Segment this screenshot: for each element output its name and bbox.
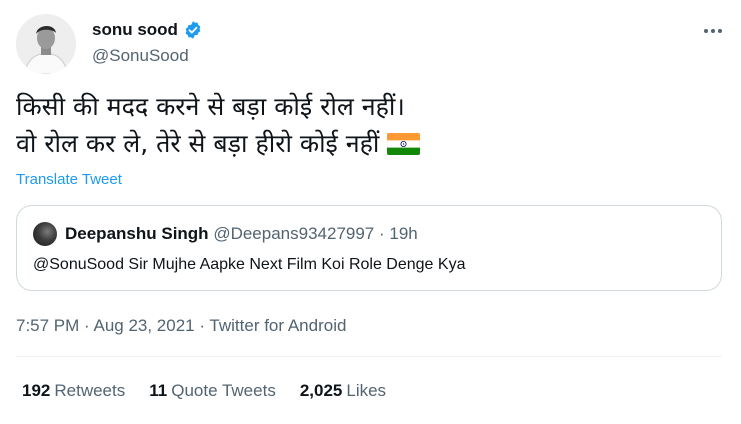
avatar-photo bbox=[16, 14, 76, 74]
likes-stat[interactable]: 2,025 Likes bbox=[300, 381, 386, 401]
tweet-line-1: किसी की मदद करने से बड़ा कोई रोल नहीं। bbox=[16, 92, 405, 121]
more-options-button[interactable] bbox=[698, 20, 728, 42]
retweets-stat[interactable]: 192 Retweets bbox=[22, 381, 125, 401]
verified-badge-icon bbox=[185, 21, 201, 39]
translate-tweet-link[interactable]: Translate Tweet bbox=[16, 171, 122, 188]
quoted-tweet-card[interactable]: Deepanshu Singh @Deepans93427997 · 19h @… bbox=[16, 205, 722, 291]
quote-header: Deepanshu Singh @Deepans93427997 · 19h bbox=[65, 224, 418, 244]
quote-tweets-stat[interactable]: 11 Quote Tweets bbox=[149, 381, 276, 401]
engagement-stats: 192 Retweets 11 Quote Tweets 2,025 Likes bbox=[22, 381, 386, 401]
quote-author-avatar bbox=[33, 222, 57, 246]
more-horizontal-icon bbox=[704, 29, 708, 33]
quote-tweets-label: Quote Tweets bbox=[171, 381, 276, 400]
quote-text: @SonuSood Sir Mujhe Aapke Next Film Koi … bbox=[33, 256, 466, 273]
likes-count: 2,025 bbox=[299, 381, 343, 400]
quote-author-meta: @Deepans93427997 · 19h bbox=[213, 224, 418, 243]
likes-label: Likes bbox=[346, 381, 387, 400]
tweet-timestamp[interactable]: 7:57 PM · Aug 23, 2021 · Twitter for And… bbox=[16, 316, 346, 336]
quote-author-name: Deepanshu Singh bbox=[65, 224, 209, 243]
tweet-text: किसी की मदद करने से बड़ा कोई रोल नहीं। व… bbox=[16, 88, 716, 162]
retweets-count: 192 bbox=[22, 381, 51, 400]
stats-divider bbox=[16, 356, 722, 357]
author-avatar[interactable] bbox=[16, 14, 76, 74]
tweet-line-2: वो रोल कर ले, तेरे से बड़ा हीरो कोई नहीं bbox=[16, 125, 716, 162]
retweets-label: Retweets bbox=[54, 381, 126, 400]
author-name-text: sonu sood bbox=[92, 20, 178, 39]
author-handle[interactable]: @SonuSood bbox=[92, 46, 189, 66]
indian-flag-icon bbox=[387, 133, 421, 155]
tweet-line-2-text: वो रोल कर ले, तेरे से बड़ा हीरो कोई नहीं bbox=[16, 129, 380, 158]
author-name[interactable]: sonu sood bbox=[92, 20, 203, 40]
quote-tweets-count: 11 bbox=[149, 381, 168, 400]
